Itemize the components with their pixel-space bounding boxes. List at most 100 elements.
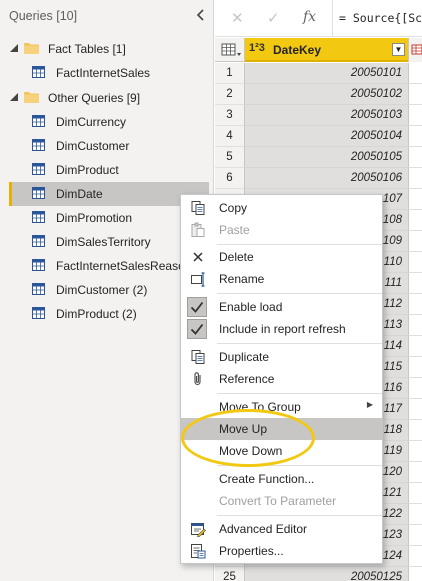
cancel-formula-button[interactable]: ✕ [231, 9, 244, 27]
menu-item-reference[interactable]: Reference [181, 368, 382, 390]
cell-next-column[interactable] [408, 231, 422, 252]
menu-item-label: Copy [219, 201, 248, 215]
query-item-dimsalesterritory[interactable]: DimSalesTerritory [9, 230, 209, 254]
cell-next-column[interactable] [408, 315, 422, 336]
insert-function-button[interactable]: fx [303, 9, 316, 25]
queries-pane-title: Queries [10] [9, 9, 78, 23]
query-item-dimcustomer-2[interactable]: DimCustomer (2) [9, 278, 209, 302]
table-row[interactable]: 25 20050125 [215, 567, 422, 581]
cell-next-column[interactable] [408, 483, 422, 504]
query-item-label: DimProduct (2) [56, 307, 137, 321]
row-number[interactable]: 25 [215, 567, 245, 581]
cell-next-column[interactable] [408, 168, 422, 189]
cell-datekey[interactable]: 20050102 [245, 84, 408, 105]
cell-next-column[interactable] [408, 378, 422, 399]
table-row[interactable]: 4 20050104 [215, 126, 422, 147]
row-number[interactable]: 1 [215, 63, 245, 84]
table-row[interactable]: 3 20050103 [215, 105, 422, 126]
cell-next-column[interactable] [408, 525, 422, 546]
row-number[interactable]: 5 [215, 147, 245, 168]
cell-next-column[interactable] [408, 420, 422, 441]
query-item-factinternetsales[interactable]: FactInternetSales [9, 61, 209, 85]
cell-datekey[interactable]: 20050101 [245, 63, 408, 84]
cell-datekey[interactable]: 20050103 [245, 105, 408, 126]
table-icon [32, 187, 45, 199]
cell-next-column[interactable] [408, 462, 422, 483]
menu-item-label: Move Up [219, 422, 268, 436]
cell-next-column[interactable] [408, 126, 422, 147]
advanced-editor-icon [191, 523, 206, 537]
chevron-right-icon: ▶ [366, 400, 373, 409]
cell-next-column[interactable] [408, 105, 422, 126]
menu-item-create-function[interactable]: Create Function... [181, 468, 382, 490]
cell-next-column[interactable] [408, 273, 422, 294]
query-item-dimcustomer[interactable]: DimCustomer [9, 134, 209, 158]
properties-icon [191, 544, 206, 559]
menu-item-convert-to-parameter[interactable]: Convert To Parameter [181, 490, 382, 512]
row-number[interactable]: 4 [215, 126, 245, 147]
query-item-factinternetsalesreason[interactable]: FactInternetSalesReason [9, 254, 209, 278]
column-header-next[interactable] [408, 38, 422, 62]
table-menu-button[interactable] [215, 38, 245, 62]
query-item-label: DimCustomer [56, 139, 130, 153]
commit-formula-button[interactable]: ✓ [267, 9, 280, 27]
row-number[interactable]: 3 [215, 105, 245, 126]
cell-next-column[interactable] [408, 63, 422, 84]
menu-item-paste[interactable]: Paste [181, 219, 382, 241]
menu-item-enable-load[interactable]: Enable load [181, 296, 382, 318]
caret-expanded-icon[interactable] [10, 93, 18, 101]
query-group-fact-tables[interactable]: Fact Tables [1] [0, 37, 213, 61]
query-item-dimproduct[interactable]: DimProduct [9, 158, 209, 182]
query-group-other-queries[interactable]: Other Queries [9] [0, 86, 213, 110]
caret-expanded-icon[interactable] [10, 44, 18, 52]
query-item-dimcurrency[interactable]: DimCurrency [9, 110, 209, 134]
cell-next-column[interactable] [408, 147, 422, 168]
menu-item-advanced-editor[interactable]: Advanced Editor [181, 518, 382, 540]
query-item-dimdate[interactable]: DimDate [9, 182, 209, 206]
menu-item-copy[interactable]: Copy [181, 197, 382, 219]
cell-next-column[interactable] [408, 399, 422, 420]
cell-datekey[interactable]: 20050125 [245, 567, 408, 581]
query-item-dimproduct-2[interactable]: DimProduct (2) [9, 302, 209, 326]
menu-item-move-down[interactable]: Move Down [181, 440, 382, 462]
cell-next-column[interactable] [408, 336, 422, 357]
cell-next-column[interactable] [408, 210, 422, 231]
cell-next-column[interactable] [408, 189, 422, 210]
menu-item-move-to-group[interactable]: Move To Group ▶ [181, 396, 382, 418]
whole-number-type-icon[interactable]: 1²3 [249, 42, 265, 54]
table-icon [32, 115, 45, 127]
row-number[interactable]: 2 [215, 84, 245, 105]
cell-next-column[interactable] [408, 294, 422, 315]
cell-next-column[interactable] [408, 567, 422, 581]
query-group-label: Other Queries [9] [48, 91, 141, 105]
table-icon [32, 163, 45, 175]
cell-next-column[interactable] [408, 252, 422, 273]
menu-item-rename[interactable]: Rename [181, 268, 382, 290]
folder-icon [24, 43, 39, 54]
cell-datekey[interactable]: 20050106 [245, 168, 408, 189]
column-filter-dropdown[interactable]: ▼ [392, 43, 405, 56]
cell-next-column[interactable] [408, 546, 422, 567]
queries-pane-header: Queries [10] [0, 0, 213, 34]
row-number[interactable]: 6 [215, 168, 245, 189]
column-header-datekey[interactable]: 1²3 DateKey ▼ [245, 38, 408, 62]
cell-next-column[interactable] [408, 504, 422, 525]
cell-datekey[interactable]: 20050104 [245, 126, 408, 147]
table-row[interactable]: 1 20050101 [215, 63, 422, 84]
table-row[interactable]: 2 20050102 [215, 84, 422, 105]
menu-item-move-up[interactable]: Move Up [181, 418, 382, 440]
menu-item-duplicate[interactable]: Duplicate [181, 346, 382, 368]
query-item-dimpromotion[interactable]: DimPromotion [9, 206, 209, 230]
chevron-left-icon[interactable] [193, 7, 209, 25]
menu-item-properties[interactable]: Properties... [181, 540, 382, 562]
menu-item-label: Delete [219, 250, 254, 264]
formula-input[interactable]: = Source{[Sch [332, 0, 422, 37]
cell-datekey[interactable]: 20050105 [245, 147, 408, 168]
cell-next-column[interactable] [408, 357, 422, 378]
table-row[interactable]: 6 20050106 [215, 168, 422, 189]
menu-item-include-refresh[interactable]: Include in report refresh [181, 318, 382, 340]
menu-item-delete[interactable]: Delete [181, 246, 382, 268]
cell-next-column[interactable] [408, 84, 422, 105]
table-row[interactable]: 5 20050105 [215, 147, 422, 168]
cell-next-column[interactable] [408, 441, 422, 462]
